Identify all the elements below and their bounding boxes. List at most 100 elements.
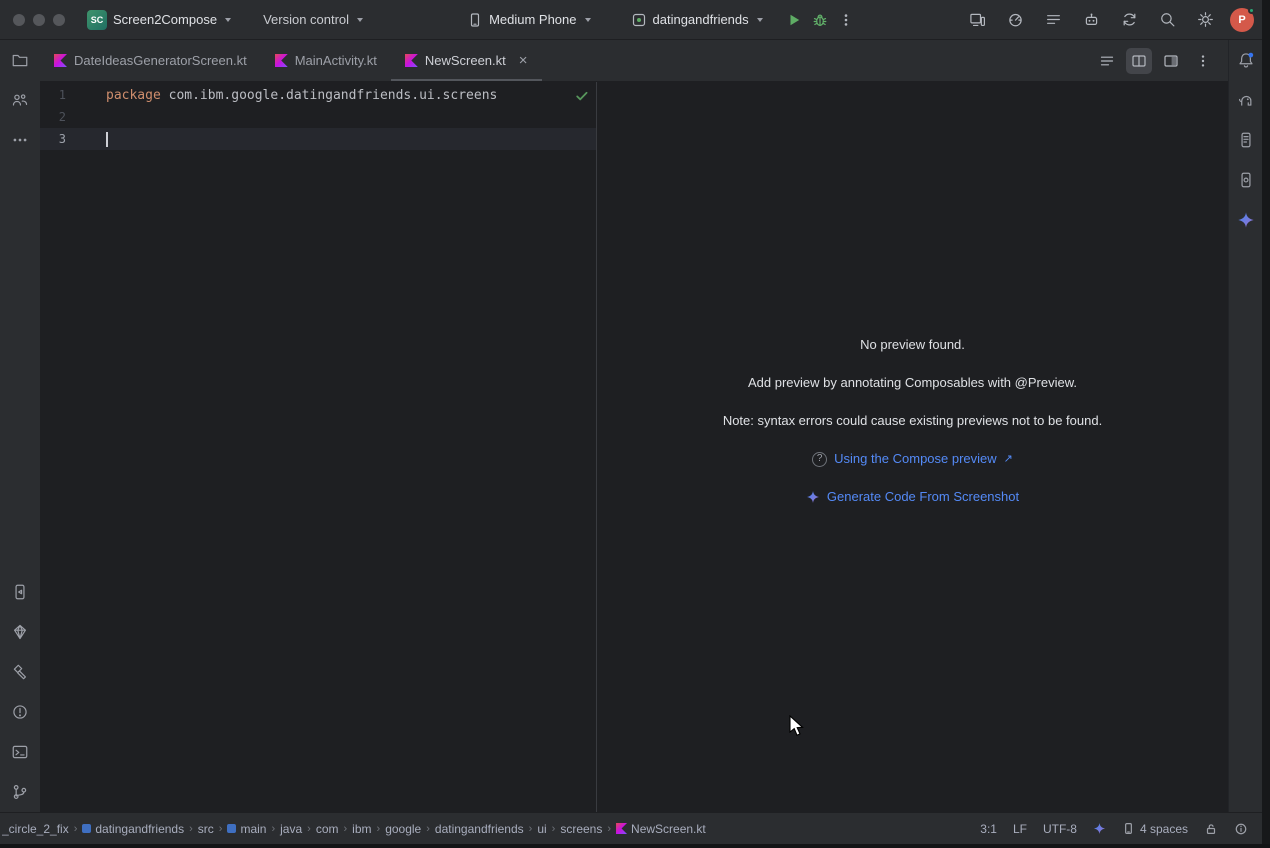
- breadcrumb-item[interactable]: datingandfriends: [82, 822, 184, 836]
- window-controls: [0, 14, 79, 26]
- status-info-widget[interactable]: [1234, 822, 1248, 836]
- ellipsis-icon: [11, 131, 29, 149]
- gradle-tool-button[interactable]: [1229, 80, 1263, 120]
- breadcrumb-label: datingandfriends: [95, 822, 184, 836]
- tab-options-button[interactable]: [1190, 48, 1216, 74]
- device-manager-tool-button[interactable]: [1229, 160, 1263, 200]
- device-status-icon: [1122, 822, 1135, 835]
- sync-project-button[interactable]: [1116, 7, 1142, 33]
- device-streaming-button[interactable]: [964, 7, 990, 33]
- editor-line-1[interactable]: 1 package com.ibm.google.datingandfriend…: [40, 84, 596, 106]
- kotlin-file-icon: [54, 54, 67, 67]
- chevron-down-icon: [757, 18, 763, 22]
- tab-mainactivity[interactable]: MainActivity.kt: [261, 40, 391, 81]
- help-question-icon[interactable]: ?: [812, 452, 827, 467]
- breadcrumb-separator: ›: [552, 823, 556, 835]
- breadcrumb-item[interactable]: com: [316, 822, 339, 836]
- breadcrumb-item[interactable]: google: [385, 822, 421, 836]
- breadcrumb-item[interactable]: main: [227, 822, 266, 836]
- breadcrumb-label: _circle_2_fix: [2, 822, 69, 836]
- avatar[interactable]: P: [1230, 8, 1254, 32]
- breadcrumb-separator: ›: [426, 823, 430, 835]
- preview-empty-state: No preview found. Add preview by annotat…: [597, 337, 1228, 505]
- module-icon: [82, 824, 91, 833]
- notifications-button[interactable]: [1229, 40, 1263, 80]
- run-configuration-selector[interactable]: datingandfriends: [623, 8, 771, 32]
- terminal-tool-button[interactable]: [0, 732, 40, 772]
- line-number[interactable]: 3: [40, 132, 66, 146]
- code-view-button[interactable]: [1094, 48, 1120, 74]
- assistant-robot-icon: [1083, 11, 1100, 28]
- debug-button[interactable]: [807, 7, 833, 33]
- breadcrumb-separator: ›: [307, 823, 311, 835]
- breadcrumb-item[interactable]: src: [198, 822, 214, 836]
- version-control-widget[interactable]: Version control: [255, 8, 371, 31]
- close-tab-icon[interactable]: ×: [519, 53, 528, 68]
- device-explorer-tool-button[interactable]: [1229, 120, 1263, 160]
- ai-assistant-button[interactable]: [1078, 7, 1104, 33]
- running-devices-tool-button[interactable]: [0, 572, 40, 612]
- ai-status-widget[interactable]: [1093, 822, 1106, 835]
- project-tool-button[interactable]: [0, 40, 40, 80]
- caret-position-widget[interactable]: 3:1: [980, 822, 997, 836]
- device-selector[interactable]: Medium Phone: [459, 8, 598, 32]
- code-editor[interactable]: 1 package com.ibm.google.datingandfriend…: [40, 82, 596, 812]
- write-access-widget[interactable]: [1204, 822, 1218, 836]
- breadcrumb-separator: ›: [189, 823, 193, 835]
- compose-preview-doc-link[interactable]: Using the Compose preview: [834, 451, 997, 467]
- encoding-widget[interactable]: UTF-8: [1043, 822, 1077, 836]
- project-widget[interactable]: SC Screen2Compose: [79, 6, 239, 34]
- structure-tool-button[interactable]: [0, 80, 40, 120]
- build-tool-button[interactable]: [0, 652, 40, 692]
- breadcrumb-item[interactable]: java: [280, 822, 302, 836]
- more-tool-windows-button[interactable]: [0, 120, 40, 160]
- tab-label: NewScreen.kt: [425, 53, 506, 68]
- app-module-icon: [631, 12, 647, 28]
- device-streaming-icon: [969, 11, 986, 28]
- indent-widget[interactable]: 4 spaces: [1122, 822, 1188, 836]
- close-window-button[interactable]: [13, 14, 25, 26]
- line-number[interactable]: 2: [40, 110, 66, 124]
- line-number[interactable]: 1: [40, 88, 66, 102]
- add-preview-hint: Add preview by annotating Composables wi…: [748, 375, 1077, 391]
- search-everywhere-button[interactable]: [1154, 7, 1180, 33]
- breadcrumb-separator: ›: [344, 823, 348, 835]
- inspections-widget[interactable]: [574, 88, 590, 104]
- breadcrumb-label: NewScreen.kt: [631, 822, 706, 836]
- editor-line-2[interactable]: 2: [40, 106, 596, 128]
- breadcrumb-item[interactable]: ibm: [352, 822, 371, 836]
- breadcrumb-item[interactable]: ui: [537, 822, 546, 836]
- problems-tool-button[interactable]: [0, 692, 40, 732]
- maximize-window-button[interactable]: [53, 14, 65, 26]
- app-inspection-tool-button[interactable]: [0, 612, 40, 652]
- info-circle-icon: [1234, 822, 1248, 836]
- generate-code-link[interactable]: Generate Code From Screenshot: [827, 489, 1019, 505]
- breadcrumb-item[interactable]: NewScreen.kt: [616, 822, 706, 836]
- no-preview-message: No preview found.: [860, 337, 965, 353]
- logcat-button[interactable]: [1040, 7, 1066, 33]
- unlocked-padlock-icon: [1204, 822, 1218, 836]
- settings-button[interactable]: [1192, 7, 1218, 33]
- more-actions-button[interactable]: [833, 7, 859, 33]
- line-separator-widget[interactable]: LF: [1013, 822, 1027, 836]
- design-view-button[interactable]: [1158, 48, 1184, 74]
- compose-preview-pane: No preview found. Add preview by annotat…: [596, 82, 1228, 812]
- kotlin-file-icon: [275, 54, 288, 67]
- kotlin-file-icon: [405, 54, 418, 67]
- tab-newscreen[interactable]: NewScreen.kt ×: [391, 40, 542, 81]
- text-caret: [106, 132, 108, 147]
- breadcrumb-item[interactable]: screens: [560, 822, 602, 836]
- run-button[interactable]: [781, 7, 807, 33]
- editor-line-3[interactable]: 3: [40, 128, 596, 150]
- editor-mode-toggles: [1094, 40, 1228, 81]
- window-edge-strip: [1262, 0, 1270, 848]
- breadcrumb-item[interactable]: datingandfriends: [435, 822, 524, 836]
- minimize-window-button[interactable]: [33, 14, 45, 26]
- inspections-passed-check-icon: [574, 88, 590, 104]
- breadcrumb-item[interactable]: _circle_2_fix: [2, 822, 69, 836]
- gemini-tool-button[interactable]: [1229, 200, 1263, 240]
- version-control-tool-button[interactable]: [0, 772, 40, 812]
- profiler-button[interactable]: [1002, 7, 1028, 33]
- tab-dateideasgeneratorscreen[interactable]: DateIdeasGeneratorScreen.kt: [40, 40, 261, 81]
- split-view-button[interactable]: [1126, 48, 1152, 74]
